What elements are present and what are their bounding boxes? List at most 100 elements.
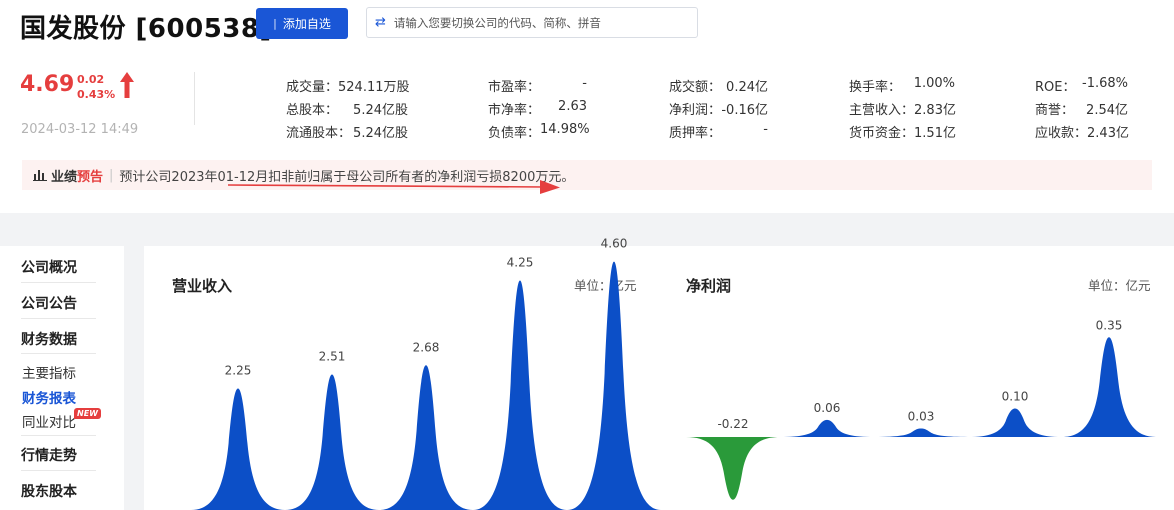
metric-item: 商誉： 2.54亿 [1035,99,1128,118]
metric-label: 成交额： [669,80,722,95]
net-profit-peak[interactable] [686,437,780,500]
metric-value: - [582,76,587,91]
metric-value: 14.98% [540,122,590,137]
sidebar-divider [21,318,96,319]
add-watchlist-button[interactable]: | 添加自选 [256,8,348,39]
revenue-value-label: 2.51 [319,349,346,363]
company-title: 国发股份 [600538] [20,14,272,44]
revenue-peak[interactable] [285,374,379,510]
revenue-peak[interactable] [379,365,473,510]
sidebar-divider [21,353,96,354]
metric-value: -0.16亿 [721,103,768,118]
sidebar-sub-peer-comparison[interactable]: 同业对比 [22,411,76,431]
net-profit-peak[interactable] [968,408,1062,438]
net-profit-peak[interactable] [780,419,874,437]
revenue-peak[interactable] [191,388,285,510]
metric-label: 换手率： [849,80,902,95]
metric-label: 市净率： [488,103,541,118]
metric-item: 换手率： 1.00% [849,76,955,95]
net-profit-value-label: -0.22 [717,417,748,431]
switch-icon: ⇄ [375,15,386,30]
metric-item: 成交额： 0.24亿 [669,76,768,95]
metric-item: 流通股本： 5.24亿股 [286,122,408,141]
metric-item: 净利润： -0.16亿 [669,99,768,118]
metric-item: 负债率： 14.98% [488,122,590,141]
net-profit-value-label: 0.06 [814,401,841,415]
company-search-input[interactable] [391,14,686,31]
metric-label: 质押率： [669,126,722,141]
metric-item: 应收款： 2.43亿 [1035,122,1129,141]
metric-value: 2.43亿 [1087,126,1129,141]
sidebar-divider [21,470,96,471]
header-panel: 国发股份 [600538] | 添加自选 ⇄ 4.69 0.02 0.43% 2… [0,0,1174,213]
financial-charts-panel: 营业收入 单位：亿元 净利润 单位：亿元 2.25 2.51 2.68 4.25 4.6… [144,237,1174,510]
current-price: 4.69 [20,72,75,97]
metric-label: 市盈率： [488,80,541,95]
net-profit-value-label: 0.35 [1096,318,1123,332]
sidebar-divider [21,282,96,283]
metric-item: 总股本： 5.24亿股 [286,99,408,118]
revenue-peak[interactable] [473,280,567,510]
metric-value: 2.54亿 [1086,103,1128,118]
annotation-arrow-icon [228,180,560,194]
revenue-peak[interactable] [567,261,661,510]
arrow-up-icon [120,72,134,98]
revenue-value-label: 2.25 [225,364,252,378]
revenue-value-label: 4.25 [507,256,534,270]
sidebar-item-company-overview[interactable]: 公司概况 [21,257,101,277]
price-change: 0.02 [77,73,105,86]
sidebar-nav: 公司概况 公司公告 财务数据 主要指标 财务报表 同业对比 行情走势 股东股本 [0,246,124,510]
notice-separator: | [109,167,114,183]
sidebar-sub-key-indicators[interactable]: 主要指标 [22,362,76,382]
metric-label: 货币资金： [849,126,915,141]
quote-timestamp: 2024-03-12 14:49 [21,122,139,137]
add-watchlist-label: 添加自选 [282,17,331,31]
metric-value: -1.68% [1082,76,1128,91]
metric-label: ROE： [1035,80,1076,95]
metric-item: 市净率： 2.63 [488,99,587,118]
metric-label: 应收款： [1035,126,1088,141]
price-change-pct: 0.43% [77,88,116,101]
net-profit-peak[interactable] [874,428,968,437]
divider [194,72,195,125]
metric-value: 2.63 [558,99,587,114]
tag-part1: 业绩 [51,169,78,185]
metric-label: 成交量： [286,80,339,95]
metric-label: 净利润： [669,103,722,118]
metric-label: 商誉： [1035,103,1075,118]
tag-part2: 预告 [77,169,104,185]
metric-value: 0.24亿 [726,80,768,95]
sidebar-item-shareholders[interactable]: 股东股本 [21,481,101,501]
revenue-value-label: 4.60 [601,237,628,251]
sidebar-sub-financial-statements[interactable]: 财务报表 [22,387,76,407]
earnings-forecast-banner[interactable]: 业绩 预告 | 预计公司2023年01-12月扣非前归属于母公司所有者的净利润亏损… [22,160,1152,190]
sidebar-item-market-trend[interactable]: 行情走势 [21,445,101,465]
metric-item: ROE： -1.68% [1035,76,1128,95]
metric-value: - [763,122,768,137]
charts-canvas: 2.25 2.51 2.68 4.25 4.60 -0.22 0.06 0.03 0.10 0.3… [191,237,1156,510]
plus-icon: | [273,17,277,30]
earnings-forecast-tag: 业绩 预告 [33,166,103,185]
new-badge: NEW [74,408,101,419]
metric-value: 5.24亿股 [353,126,408,141]
net-profit-value-label: 0.10 [1002,390,1029,404]
metric-item: 市盈率： - [488,76,587,95]
metric-item: 主营收入： 2.83亿 [849,99,956,118]
sidebar-item-financial-data[interactable]: 财务数据 [21,329,101,349]
company-search[interactable]: ⇄ [366,7,698,38]
metric-label: 主营收入： [849,103,915,118]
metric-label: 总股本： [286,103,339,118]
metric-value: 2.83亿 [914,103,956,118]
sidebar-item-announcements[interactable]: 公司公告 [21,293,101,313]
metric-value: 524.11万股 [338,80,410,95]
bar-chart-icon [33,170,47,181]
net-profit-peak[interactable] [1062,337,1156,437]
revenue-value-label: 2.68 [413,340,440,354]
metric-label: 负债率： [488,126,541,141]
net-profit-value-label: 0.03 [908,409,935,423]
metric-value: 5.24亿股 [353,103,408,118]
metric-item: 质押率： - [669,122,768,141]
sidebar-divider [21,435,96,436]
metric-value: 1.51亿 [914,126,956,141]
price-change-block: 0.02 0.43% [77,72,115,102]
